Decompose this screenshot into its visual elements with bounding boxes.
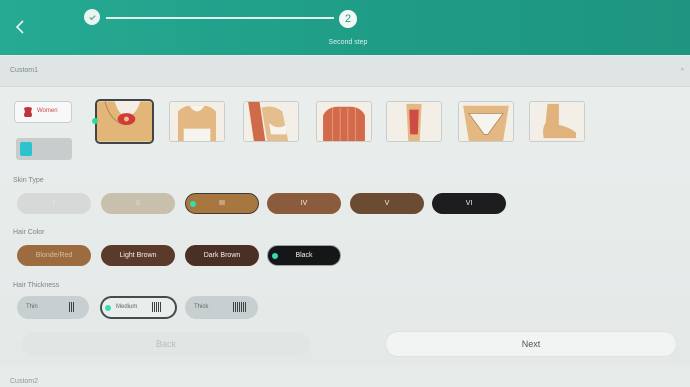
step-2-indicator: 2	[339, 10, 357, 28]
hair-color-option-black[interactable]: Black	[267, 245, 341, 266]
underarm-icon	[97, 101, 152, 142]
skin-type-option-vi[interactable]: VI	[432, 193, 506, 214]
hair-color-option-dark-brown[interactable]: Dark Brown	[185, 245, 259, 266]
step-2-label: Second step	[328, 39, 368, 46]
hair-thickness-option-thick[interactable]: Thick	[185, 296, 258, 319]
chest-icon	[170, 102, 224, 141]
section-header-custom2[interactable]: Custom2	[10, 378, 38, 385]
mode-toggle[interactable]	[16, 138, 72, 160]
hair-thickness-option-thin[interactable]: Thin	[17, 296, 89, 319]
medium-label: Medium	[116, 304, 138, 310]
gender-label: Women	[37, 108, 58, 114]
hair-color-label: Hair Color	[13, 229, 45, 236]
hair-color-option-light-brown[interactable]: Light Brown	[101, 245, 175, 266]
back-icon	[317, 102, 371, 141]
thin-label: Thin	[26, 304, 38, 310]
body-area-arm[interactable]	[243, 101, 299, 142]
section-header-custom1[interactable]: Custom1 ^	[0, 56, 690, 87]
arm-icon	[244, 102, 298, 141]
thin-hair-icon	[69, 302, 74, 312]
section-title: Custom1	[10, 67, 39, 74]
skin-type-option-v[interactable]: V	[350, 193, 424, 214]
step-1-complete-indicator	[84, 9, 100, 25]
gender-women-button[interactable]: Women	[14, 101, 72, 123]
selected-indicator	[190, 201, 196, 207]
collapse-icon[interactable]: ^	[681, 68, 684, 75]
body-area-leg[interactable]	[386, 101, 442, 142]
thick-label: Thick	[194, 304, 209, 310]
top-app-bar: 2 Second step	[0, 0, 690, 55]
next-button[interactable]: Next	[386, 332, 676, 356]
body-area-chest[interactable]	[169, 101, 225, 142]
skin-type-option-iv[interactable]: IV	[267, 193, 341, 214]
hair-color-black-label: Black	[295, 252, 313, 259]
skin-type-option-i[interactable]: I	[17, 193, 91, 214]
leg-icon	[387, 102, 441, 141]
back-button[interactable]: Back	[22, 332, 310, 356]
toggle-knob[interactable]	[20, 142, 32, 156]
foot-icon	[530, 102, 584, 141]
hair-thickness-label: Hair Thickness	[13, 282, 60, 289]
body-area-bikini[interactable]	[458, 101, 514, 142]
selected-indicator	[272, 253, 278, 259]
hair-thickness-option-medium[interactable]: Medium	[100, 296, 177, 319]
body-area-underarm[interactable]	[95, 99, 154, 144]
skin-type-label: Skin Type	[13, 177, 44, 184]
medium-hair-icon	[152, 302, 161, 312]
chevron-left-icon[interactable]	[12, 18, 30, 36]
step-progress-line	[106, 17, 334, 19]
body-area-back[interactable]	[316, 101, 372, 142]
check-icon	[88, 14, 96, 20]
bikini-icon	[459, 102, 513, 141]
selected-indicator	[92, 118, 98, 124]
selected-indicator	[105, 305, 111, 311]
hair-color-option-blonde-red[interactable]: Blonde/Red	[17, 245, 91, 266]
body-area-foot[interactable]	[529, 101, 585, 142]
skin-type-option-ii[interactable]: II	[101, 193, 175, 214]
skin-type-iii-label: III	[219, 200, 225, 207]
skin-type-option-iii[interactable]: III	[185, 193, 259, 214]
thick-hair-icon	[233, 302, 246, 312]
female-torso-icon	[24, 107, 32, 117]
